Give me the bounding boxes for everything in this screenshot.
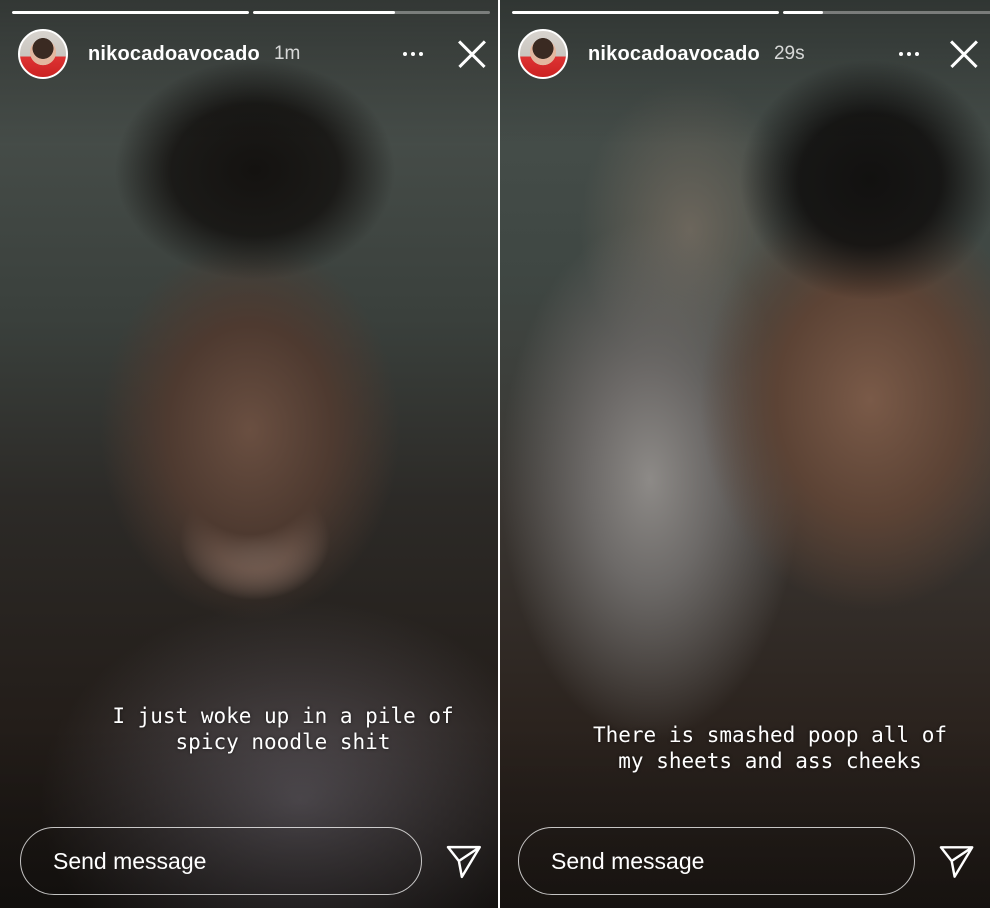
more-dots-icon[interactable] [894,39,924,69]
story-header: nikocadoavocado 29s [518,28,980,80]
timestamp: 29s [773,43,805,64]
avatar[interactable] [18,29,68,79]
story-panel-1[interactable]: nikocadoavocado 1m I just woke up in a p… [0,0,498,908]
send-message-placeholder: Send message [53,847,207,874]
progress-bar [12,11,490,14]
story-panel-2[interactable]: nikocadoavocado 29s There is smashed poo… [500,0,990,908]
close-icon[interactable] [456,38,488,70]
progress-segment [512,11,779,14]
username[interactable]: nikocadoavocado [88,43,260,66]
progress-segment [12,11,249,14]
paper-plane-icon[interactable] [444,841,484,881]
story-caption: I just woke up in a pile of spicy noodle… [112,704,454,754]
timestamp: 1m [273,43,301,64]
send-message-input[interactable]: Send message [518,827,915,895]
story-caption: There is smashed poop all of my sheets a… [592,723,947,773]
progress-segment [783,11,990,14]
story-header: nikocadoavocado 1m [18,28,488,80]
avatar[interactable] [518,29,568,79]
send-message-placeholder: Send message [551,847,705,874]
story-viewer: nikocadoavocado 1m I just woke up in a p… [0,0,990,908]
close-icon[interactable] [948,38,980,70]
progress-bar [512,11,990,14]
paper-plane-icon[interactable] [937,841,976,881]
send-message-input[interactable]: Send message [20,827,423,895]
story-footer: Send message [518,826,976,896]
username[interactable]: nikocadoavocado [588,43,760,66]
story-footer: Send message [20,826,484,896]
more-dots-icon[interactable] [398,39,428,69]
progress-segment [253,11,490,14]
